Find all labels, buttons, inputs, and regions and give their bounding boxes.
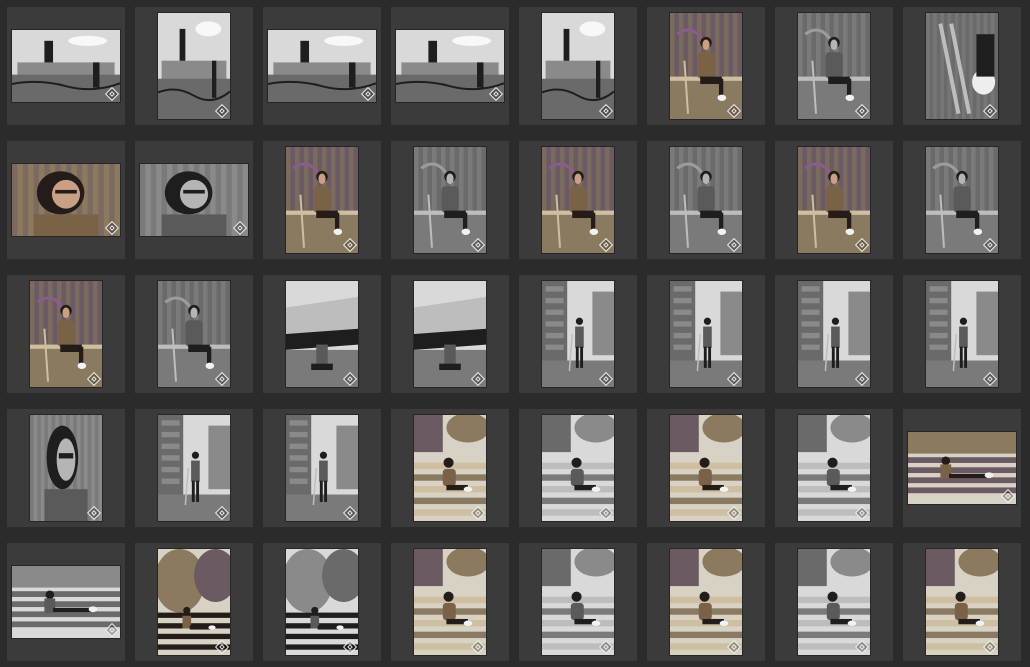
photo-cell[interactable]: [775, 7, 893, 125]
photo-thumbnail[interactable]: [670, 147, 742, 253]
photo-cell[interactable]: [7, 141, 125, 259]
photo-thumbnail[interactable]: [268, 30, 376, 102]
photo-cell[interactable]: [391, 543, 509, 661]
photo-cell[interactable]: [135, 409, 253, 527]
photo-cell[interactable]: [135, 7, 253, 125]
photo-thumbnail[interactable]: [542, 415, 614, 521]
photo-cell[interactable]: [7, 543, 125, 661]
photo-thumbnail[interactable]: [414, 281, 486, 387]
photo-cell[interactable]: [647, 275, 765, 393]
photo-thumbnail[interactable]: [30, 415, 102, 521]
photo-cell[interactable]: [391, 275, 509, 393]
photo-grid: [0, 0, 1030, 667]
photo-thumbnail[interactable]: [908, 432, 1016, 504]
photo-cell[interactable]: [7, 409, 125, 527]
photo-thumbnail[interactable]: [158, 549, 230, 655]
photo-thumbnail[interactable]: [798, 147, 870, 253]
photo-cell[interactable]: [647, 409, 765, 527]
photo-thumbnail[interactable]: [158, 13, 230, 119]
photo-cell[interactable]: [647, 7, 765, 125]
photo-cell[interactable]: [519, 543, 637, 661]
photo-cell[interactable]: [519, 141, 637, 259]
photo-cell[interactable]: [903, 7, 1021, 125]
photo-cell[interactable]: [135, 141, 253, 259]
photo-thumbnail[interactable]: [396, 30, 504, 102]
photo-thumbnail[interactable]: [926, 549, 998, 655]
photo-thumbnail[interactable]: [286, 415, 358, 521]
photo-cell[interactable]: [263, 275, 381, 393]
photo-cell[interactable]: [135, 275, 253, 393]
photo-cell[interactable]: [775, 409, 893, 527]
photo-thumbnail[interactable]: [286, 147, 358, 253]
photo-thumbnail[interactable]: [670, 549, 742, 655]
photo-thumbnail[interactable]: [542, 13, 614, 119]
photo-cell[interactable]: [903, 141, 1021, 259]
photo-thumbnail[interactable]: [798, 13, 870, 119]
photo-thumbnail[interactable]: [158, 415, 230, 521]
photo-thumbnail[interactable]: [158, 281, 230, 387]
photo-thumbnail[interactable]: [30, 281, 102, 387]
photo-cell[interactable]: [263, 7, 381, 125]
photo-thumbnail[interactable]: [798, 415, 870, 521]
photo-cell[interactable]: [263, 409, 381, 527]
photo-thumbnail[interactable]: [414, 147, 486, 253]
photo-thumbnail[interactable]: [798, 549, 870, 655]
photo-thumbnail[interactable]: [12, 30, 120, 102]
photo-cell[interactable]: [519, 7, 637, 125]
photo-cell[interactable]: [519, 275, 637, 393]
photo-cell[interactable]: [903, 543, 1021, 661]
photo-cell[interactable]: [7, 275, 125, 393]
photo-cell[interactable]: [519, 409, 637, 527]
photo-thumbnail[interactable]: [542, 281, 614, 387]
photo-thumbnail[interactable]: [286, 281, 358, 387]
photo-cell[interactable]: [263, 141, 381, 259]
photo-thumbnail[interactable]: [926, 147, 998, 253]
photo-thumbnail[interactable]: [140, 164, 248, 236]
photo-thumbnail[interactable]: [12, 164, 120, 236]
photo-cell[interactable]: [391, 409, 509, 527]
photo-thumbnail[interactable]: [12, 566, 120, 638]
photo-cell[interactable]: [775, 141, 893, 259]
photo-cell[interactable]: [263, 543, 381, 661]
photo-cell[interactable]: [391, 141, 509, 259]
photo-cell[interactable]: [135, 543, 253, 661]
photo-thumbnail[interactable]: [926, 13, 998, 119]
photo-thumbnail[interactable]: [414, 549, 486, 655]
photo-cell[interactable]: [903, 275, 1021, 393]
photo-thumbnail[interactable]: [286, 549, 358, 655]
photo-thumbnail[interactable]: [414, 415, 486, 521]
photo-thumbnail[interactable]: [542, 147, 614, 253]
photo-thumbnail[interactable]: [798, 281, 870, 387]
photo-cell[interactable]: [775, 275, 893, 393]
photo-thumbnail[interactable]: [670, 13, 742, 119]
photo-thumbnail[interactable]: [542, 549, 614, 655]
photo-cell[interactable]: [647, 141, 765, 259]
photo-cell[interactable]: [903, 409, 1021, 527]
photo-thumbnail[interactable]: [670, 415, 742, 521]
photo-cell[interactable]: [647, 543, 765, 661]
photo-cell[interactable]: [391, 7, 509, 125]
photo-thumbnail[interactable]: [670, 281, 742, 387]
photo-cell[interactable]: [775, 543, 893, 661]
photo-cell[interactable]: [7, 7, 125, 125]
photo-thumbnail[interactable]: [926, 281, 998, 387]
